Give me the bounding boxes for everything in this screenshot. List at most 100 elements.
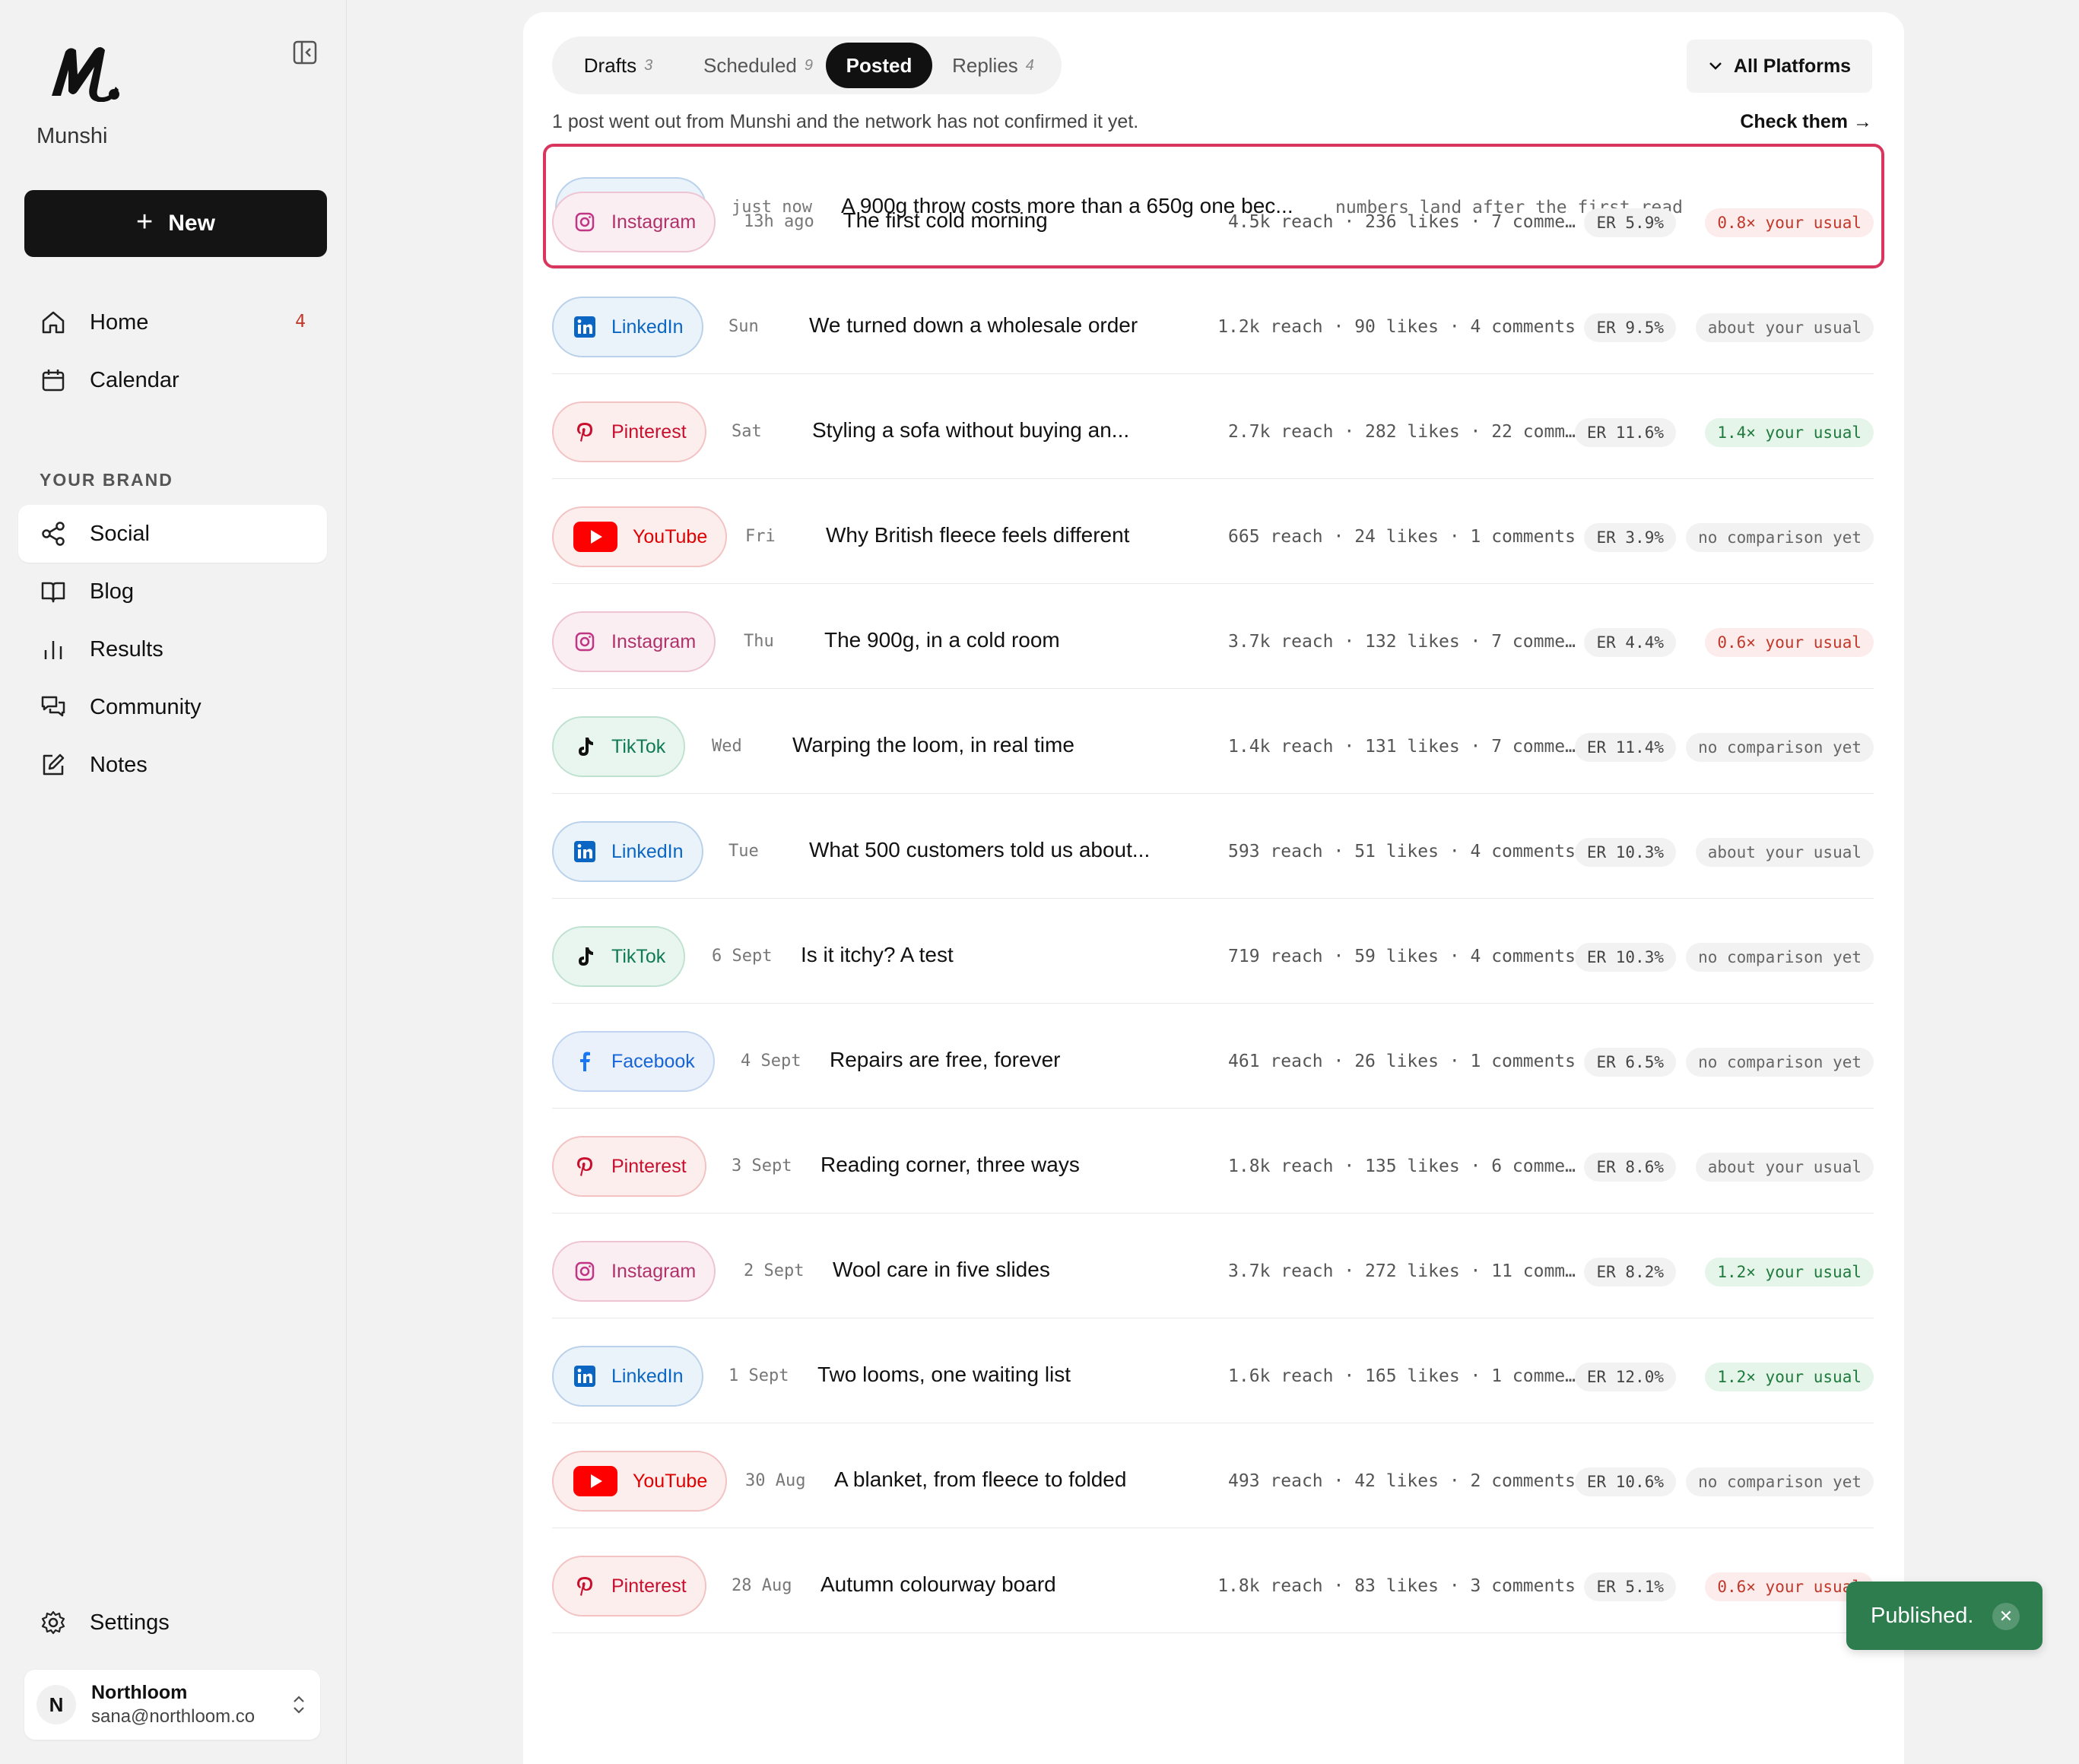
post-time: 6 Sept — [712, 947, 773, 966]
post-row[interactable]: Instagram Thu The 900g, in a cold room 3.7k… — [552, 584, 1874, 689]
post-row[interactable]: Facebook 4 Sept Repairs are free, forever 4… — [552, 1004, 1874, 1109]
share-icon — [40, 520, 67, 547]
sidebar-collapse-icon[interactable] — [292, 40, 318, 65]
munshi-logo-icon — [52, 47, 119, 102]
post-title[interactable]: The 900g, in a cold room — [824, 628, 1060, 652]
engagement-rate-badge: ER 9.5% — [1584, 313, 1676, 342]
platform-filter-button[interactable]: All Platforms — [1687, 40, 1872, 93]
section-label: YOUR BRAND — [40, 470, 173, 490]
platform-badge-youtube[interactable]: YouTube — [552, 506, 728, 567]
post-row[interactable]: TikTok Wed Warping the loom, in real time 1… — [552, 689, 1874, 794]
comparison-badge: about your usual — [1695, 838, 1874, 867]
nav-item-blog[interactable]: Blog — [18, 563, 327, 620]
bar-chart-icon — [40, 636, 67, 663]
nav-item-calendar[interactable]: Calendar — [18, 351, 327, 409]
engagement-rate-badge: ER 8.6% — [1584, 1153, 1676, 1182]
nav-item-notes[interactable]: Notes — [18, 736, 327, 794]
tab-posted[interactable]: Posted — [826, 43, 932, 88]
post-title[interactable]: What 500 customers told us about... — [809, 838, 1150, 862]
pinterest-icon — [573, 420, 596, 443]
post-title[interactable]: We turned down a wholesale order — [809, 313, 1138, 338]
post-stats: 493 reach · 42 likes · 2 comments — [1228, 1471, 1576, 1491]
nav-item-settings[interactable]: Settings — [18, 1594, 327, 1651]
platform-badge-instagram[interactable]: Instagram — [552, 611, 716, 672]
platform-badge-pinterest[interactable]: Pinterest — [552, 1556, 706, 1616]
edit-icon — [40, 751, 67, 779]
platform-badge-linkedin[interactable]: LinkedIn — [552, 821, 703, 882]
post-row[interactable]: Pinterest 3 Sept Reading corner, three way… — [552, 1109, 1874, 1214]
platform-badge-instagram[interactable]: Instagram — [552, 1241, 716, 1302]
comparison-badge: no comparison yet — [1686, 943, 1874, 972]
instagram-icon — [573, 211, 596, 233]
tiktok-icon — [573, 735, 596, 758]
post-title[interactable]: Styling a sofa without buying an... — [812, 418, 1129, 443]
post-stats: 3.7k reach · 132 likes · 7 comme… — [1228, 632, 1576, 652]
close-icon[interactable]: ✕ — [1992, 1603, 2020, 1630]
post-title[interactable]: Reading corner, three ways — [820, 1153, 1080, 1177]
post-row[interactable]: TikTok 6 Sept Is it itchy? A test 719 reach… — [552, 899, 1874, 1004]
platform-badge-facebook[interactable]: Facebook — [552, 1031, 715, 1092]
account-name: Northloom — [91, 1682, 188, 1703]
post-row[interactable]: YouTube 30 Aug A blanket, from fleece to f… — [552, 1423, 1874, 1528]
account-switcher[interactable]: N Northloom sana@northloom.co — [24, 1670, 320, 1740]
post-title[interactable]: A blanket, from fleece to folded — [834, 1467, 1126, 1492]
comparison-badge: no comparison yet — [1686, 1467, 1874, 1496]
platform-badge-linkedin[interactable]: LinkedIn — [552, 297, 703, 357]
platform-badge-linkedin[interactable]: LinkedIn — [552, 1346, 703, 1407]
post-title[interactable]: Is it itchy? A test — [801, 943, 954, 967]
platform-badge-tiktok[interactable]: TikTok — [552, 716, 686, 777]
comparison-badge: about your usual — [1695, 313, 1874, 342]
gear-icon — [40, 1609, 67, 1636]
sidebar: Munshi + New Home 4 Calendar YOUR BRAND S… — [0, 0, 347, 1764]
post-stats: 719 reach · 59 likes · 4 comments — [1228, 947, 1576, 966]
post-title[interactable]: Repairs are free, forever — [830, 1048, 1060, 1072]
nav-item-social[interactable]: Social — [18, 505, 327, 563]
check-them-link[interactable]: Check them → — [1740, 111, 1872, 133]
platform-badge-instagram[interactable]: Instagram — [552, 192, 716, 252]
youtube-icon — [573, 1466, 617, 1496]
youtube-icon — [573, 522, 617, 552]
engagement-rate-badge: ER 10.6% — [1574, 1467, 1676, 1496]
linkedin-icon — [573, 1365, 596, 1388]
platform-badge-tiktok[interactable]: TikTok — [552, 926, 686, 987]
post-title[interactable]: Autumn colourway board — [820, 1572, 1056, 1597]
engagement-rate-badge: ER 3.9% — [1584, 523, 1676, 552]
nav-item-community[interactable]: Community — [18, 678, 327, 736]
post-row[interactable]: Pinterest 28 Aug Autumn colourway board 1.8… — [552, 1528, 1874, 1633]
nav-item-results[interactable]: Results — [18, 620, 327, 678]
post-stats: 1.4k reach · 131 likes · 7 comme… — [1228, 737, 1576, 757]
post-row[interactable]: Pinterest Sat Styling a sofa without buyin… — [552, 374, 1874, 479]
published-toast: Published. ✕ — [1846, 1582, 2042, 1650]
post-row[interactable]: LinkedIn Sun We turned down a wholesale or… — [552, 269, 1874, 374]
post-title[interactable]: Why British fleece feels different — [826, 523, 1129, 547]
nav-item-home[interactable]: Home 4 — [18, 293, 327, 351]
platform-badge-youtube[interactable]: YouTube — [552, 1451, 728, 1512]
post-time: Thu — [744, 632, 774, 651]
post-title[interactable]: Warping the loom, in real time — [792, 733, 1074, 757]
tab-scheduled[interactable]: Scheduled 9 — [675, 43, 841, 88]
post-title[interactable]: Wool care in five slides — [833, 1258, 1050, 1282]
tab-drafts[interactable]: Drafts 3 — [561, 43, 675, 88]
post-title[interactable]: The first cold morning — [843, 208, 1048, 233]
post-row[interactable]: YouTube Fri Why British fleece feels diffe… — [552, 479, 1874, 584]
post-row[interactable]: LinkedIn Tue What 500 customers told us ab… — [552, 794, 1874, 899]
facebook-icon — [573, 1050, 596, 1073]
chevron-down-icon — [1709, 62, 1722, 70]
engagement-rate-badge: ER 12.0% — [1574, 1363, 1676, 1391]
post-row[interactable]: LinkedIn 1 Sept Two looms, one waiting lis… — [552, 1318, 1874, 1423]
post-title[interactable]: Two looms, one waiting list — [817, 1363, 1071, 1387]
new-button[interactable]: + New — [24, 190, 327, 257]
comparison-badge: 0.6× your usual — [1705, 628, 1874, 657]
post-time: Fri — [745, 527, 776, 546]
post-stats: 1.8k reach · 83 likes · 3 comments — [1217, 1576, 1576, 1596]
chat-icon — [40, 693, 67, 721]
post-row[interactable]: Instagram 2 Sept Wool care in five slides 3… — [552, 1214, 1874, 1318]
post-stats: 593 reach · 51 likes · 4 comments — [1228, 842, 1576, 861]
tab-replies[interactable]: Replies 4 — [932, 43, 1054, 88]
post-row[interactable]: Instagram 13h ago The first cold morning 4.… — [552, 164, 1874, 269]
main-panel: Drafts 3 Scheduled 9 Posted Replies 4 All P… — [523, 12, 1904, 1764]
platform-badge-pinterest[interactable]: Pinterest — [552, 1136, 706, 1197]
post-time: 30 Aug — [745, 1471, 806, 1490]
post-stats: 461 reach · 26 likes · 1 comments — [1228, 1052, 1576, 1071]
platform-badge-pinterest[interactable]: Pinterest — [552, 401, 706, 462]
